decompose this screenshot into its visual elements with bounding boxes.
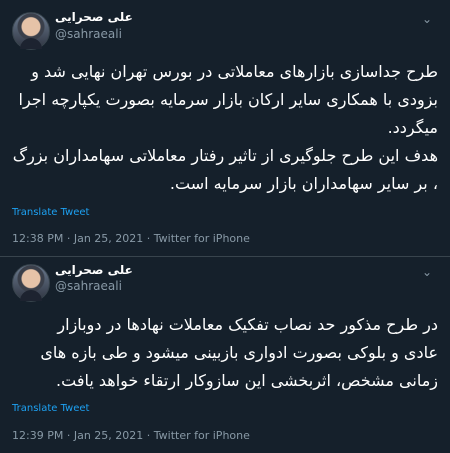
tweet-line: طرح جداسازی بازارهای معاملاتی در بورس ته… bbox=[31, 62, 438, 81]
tweet-line: ، بر سایر سهامداران بازار سرمایه است. bbox=[169, 174, 438, 193]
tweet-line: زمانی مشخص، اثربخشی این سازوکار ارتقاء خ… bbox=[56, 371, 438, 390]
meta-separator: · bbox=[146, 232, 151, 245]
tweet-source[interactable]: Twitter for iPhone bbox=[154, 429, 250, 442]
tweet-line: بزودی با همکاری سایر ارکان بازار سرمایه … bbox=[18, 90, 439, 109]
avatar[interactable] bbox=[12, 12, 50, 50]
meta-separator: · bbox=[66, 232, 71, 245]
tweet-date[interactable]: Jan 25, 2021 bbox=[74, 429, 143, 442]
chevron-down-icon[interactable]: ⌄ bbox=[418, 10, 436, 28]
tweet-meta: 12:39 PM · Jan 25, 2021 · Twitter for iP… bbox=[12, 429, 250, 442]
tweet-time[interactable]: 12:39 PM bbox=[12, 429, 63, 442]
tweet-text: طرح جداسازی بازارهای معاملاتی در بورس ته… bbox=[12, 58, 438, 198]
avatar[interactable] bbox=[12, 264, 50, 302]
author-name[interactable]: علی صحرایی bbox=[55, 10, 133, 24]
tweet-line: میگردد. bbox=[387, 118, 438, 137]
author-handle[interactable]: @sahraeali bbox=[55, 279, 122, 293]
tweet-time[interactable]: 12:38 PM bbox=[12, 232, 63, 245]
meta-separator: · bbox=[146, 429, 151, 442]
tweet-meta: 12:38 PM · Jan 25, 2021 · Twitter for iP… bbox=[12, 232, 250, 245]
tweet-line: عادی و بلوکی بصورت ادواری بازبینی میشود … bbox=[40, 343, 438, 362]
author-handle[interactable]: @sahraeali bbox=[55, 27, 122, 41]
tweet-line: در طرح مذکور حد نصاب تفکیک معاملات نهاده… bbox=[57, 315, 438, 334]
tweet-text: در طرح مذکور حد نصاب تفکیک معاملات نهاده… bbox=[12, 311, 438, 395]
tweet: علی صحرایی @sahraeali ⌄ طرح جداسازی بازا… bbox=[0, 0, 450, 257]
translate-tweet-link[interactable]: Translate Tweet bbox=[12, 403, 89, 414]
tweet-date[interactable]: Jan 25, 2021 bbox=[74, 232, 143, 245]
tweet: علی صحرایی @sahraeali ⌄ در طرح مذکور حد … bbox=[0, 257, 450, 453]
tweet-source[interactable]: Twitter for iPhone bbox=[154, 232, 250, 245]
author-name[interactable]: علی صحرایی bbox=[55, 263, 133, 277]
meta-separator: · bbox=[66, 429, 71, 442]
chevron-down-icon[interactable]: ⌄ bbox=[418, 263, 436, 281]
translate-tweet-link[interactable]: Translate Tweet bbox=[12, 207, 89, 218]
tweet-line: هدف این طرح جلوگیری از تاثیر رفتار معامل… bbox=[12, 146, 438, 165]
